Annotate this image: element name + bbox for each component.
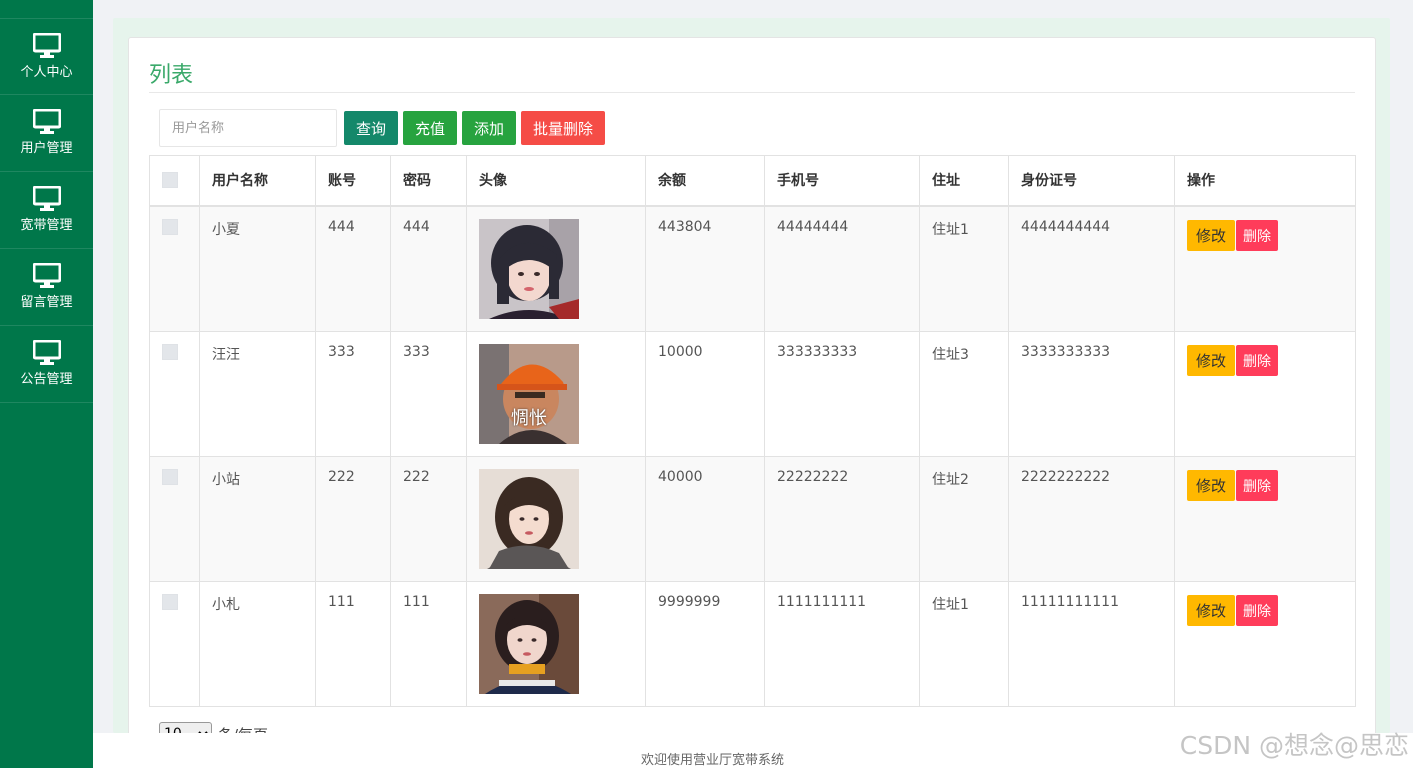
cell-avatar	[466, 455, 646, 582]
monitor-icon	[32, 263, 61, 288]
avatar	[479, 468, 579, 569]
sidebar-item-label: 宽带管理	[20, 218, 73, 233]
monitor-icon	[32, 340, 61, 365]
cell-phone: 44444444	[764, 205, 920, 332]
add-button[interactable]: 添加	[462, 111, 517, 145]
column-header: 密码	[390, 155, 467, 206]
cell-balance: 40000	[645, 455, 765, 582]
cell-password: 222	[390, 455, 467, 582]
cell-address: 住址1	[919, 205, 1009, 332]
cell-avatar	[466, 205, 646, 332]
column-header: 身份证号	[1008, 155, 1175, 206]
delete-button[interactable]: 删除	[1236, 595, 1279, 626]
cell-balance: 9999999	[645, 580, 765, 707]
cell-account: 444	[315, 205, 391, 332]
sidebar-item-label: 用户管理	[20, 141, 73, 156]
cell-avatar	[466, 580, 646, 707]
cell-id-number: 3333333333	[1008, 330, 1175, 457]
cell-phone: 22222222	[764, 455, 920, 582]
sidebar-item-personal-center[interactable]: 个人中心	[0, 18, 93, 95]
user-table: 用户名称 账号 密码 头像 余额 手机号 住址 身份证号 操作 小夏 444 4…	[149, 155, 1356, 707]
avatar: 惆怅	[479, 343, 579, 444]
cell-account: 222	[315, 455, 391, 582]
sidebar-item-label: 公告管理	[20, 372, 73, 387]
delete-button[interactable]: 删除	[1236, 220, 1279, 251]
edit-button[interactable]: 修改	[1187, 594, 1236, 626]
cell-password: 444	[390, 205, 467, 332]
cell-actions: 修改 删除	[1174, 580, 1356, 707]
cell-phone: 1111111111	[764, 580, 920, 707]
row-checkbox[interactable]	[162, 343, 178, 360]
cell-account: 111	[315, 580, 391, 707]
select-all-checkbox[interactable]	[162, 172, 178, 189]
table-header-row: 用户名称 账号 密码 头像 余额 手机号 住址 身份证号 操作	[149, 155, 1356, 206]
column-header: 操作	[1174, 155, 1356, 206]
cell-password: 111	[390, 580, 467, 707]
title-divider	[149, 92, 1355, 93]
cell-name: 小夏	[199, 205, 316, 332]
table-row: 小站 222 222 40000 22222222 住址2 2222222222…	[149, 455, 1356, 582]
edit-button[interactable]: 修改	[1187, 219, 1236, 251]
edit-button[interactable]: 修改	[1187, 344, 1236, 376]
cell-name: 小站	[199, 455, 316, 582]
cell-address: 住址1	[919, 580, 1009, 707]
table-row: 小夏 444 444 443804 44444444 住址1 444444444…	[149, 205, 1356, 332]
recharge-button[interactable]: 充值	[403, 111, 458, 145]
page-title: 列表	[149, 63, 194, 88]
cell-id-number: 11111111111	[1008, 580, 1175, 707]
column-header: 用户名称	[199, 155, 316, 206]
cell-account: 333	[315, 330, 391, 457]
avatar	[479, 593, 579, 694]
table-row: 小札 111 111 9999999 1111111111 住址1 111111…	[149, 580, 1356, 707]
monitor-icon	[32, 32, 61, 58]
column-header: 住址	[919, 155, 1009, 206]
column-header: 手机号	[764, 155, 920, 206]
monitor-icon	[32, 186, 61, 211]
list-panel: 列表 查询 充值 添加 批量删除 用户名称 账号 密码 头像 余额 手机号 住址	[128, 37, 1376, 737]
sidebar-item-label: 个人中心	[20, 64, 73, 80]
sidebar-item-label: 留言管理	[20, 295, 73, 310]
sidebar-item-user-management[interactable]: 用户管理	[0, 95, 93, 172]
edit-button[interactable]: 修改	[1187, 469, 1236, 501]
table-row: 汪汪 333 333 惆怅 10000 333333333 住址3 333333…	[149, 330, 1356, 457]
sidebar: 个人中心 用户管理 宽带管理 留言管理 公告管理	[0, 0, 93, 768]
delete-button[interactable]: 删除	[1236, 470, 1279, 501]
avatar	[479, 218, 579, 319]
cell-name: 小札	[199, 580, 316, 707]
cell-id-number: 4444444444	[1008, 205, 1175, 332]
search-input[interactable]	[159, 109, 337, 147]
cell-id-number: 2222222222	[1008, 455, 1175, 582]
cell-avatar: 惆怅	[466, 330, 646, 457]
column-header: 头像	[466, 155, 646, 206]
sidebar-item-message-management[interactable]: 留言管理	[0, 249, 93, 326]
cell-name: 汪汪	[199, 330, 316, 457]
cell-actions: 修改 删除	[1174, 455, 1356, 582]
toolbar: 查询 充值 添加 批量删除	[159, 108, 610, 148]
delete-button[interactable]: 删除	[1236, 345, 1279, 376]
row-checkbox[interactable]	[162, 218, 178, 235]
cell-actions: 修改 删除	[1174, 205, 1356, 332]
sidebar-item-broadband-management[interactable]: 宽带管理	[0, 172, 93, 249]
watermark: CSDN @想念@思恋	[1179, 731, 1409, 760]
cell-balance: 443804	[645, 205, 765, 332]
cell-balance: 10000	[645, 330, 765, 457]
row-checkbox[interactable]	[162, 468, 178, 485]
sidebar-item-notice-management[interactable]: 公告管理	[0, 326, 93, 403]
batch-delete-button[interactable]: 批量删除	[521, 111, 606, 145]
column-header: 账号	[315, 155, 391, 206]
cell-address: 住址3	[919, 330, 1009, 457]
cell-phone: 333333333	[764, 330, 920, 457]
row-checkbox[interactable]	[162, 593, 178, 610]
query-button[interactable]: 查询	[344, 111, 399, 145]
cell-address: 住址2	[919, 455, 1009, 582]
monitor-icon	[32, 109, 61, 134]
select-all-cell	[149, 155, 200, 206]
column-header: 余额	[645, 155, 765, 206]
cell-actions: 修改 删除	[1174, 330, 1356, 457]
cell-password: 333	[390, 330, 467, 457]
avatar-caption: 惆怅	[511, 407, 547, 429]
